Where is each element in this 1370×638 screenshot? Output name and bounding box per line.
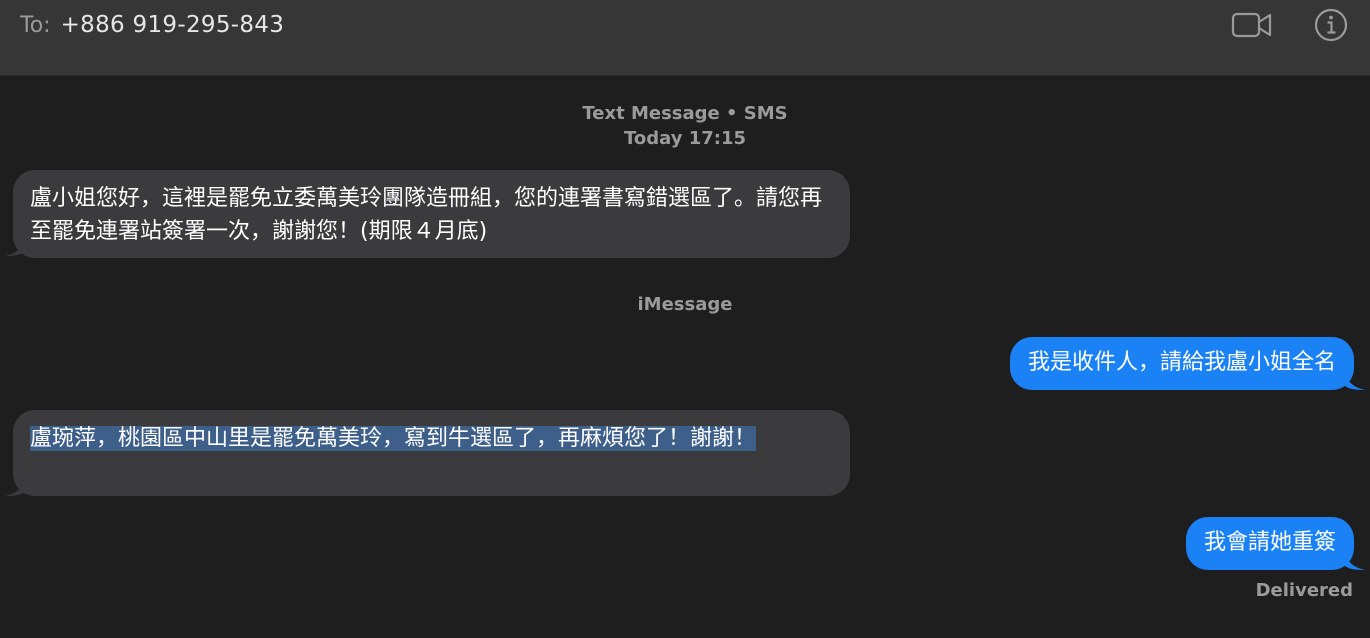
conversation-header: To: +886 919-295-843 (0, 0, 1370, 76)
selected-message-text[interactable]: 盧琬萍，桃園區中山里是罷免萬美玲，寫到牛選區了，再麻煩您了！謝謝！ (30, 426, 757, 451)
recipient-field[interactable]: To: +886 919-295-843 (20, 8, 284, 42)
message-bubble-incoming-selected[interactable]: 盧琬萍，桃園區中山里是罷免萬美玲，寫到牛選區了，再麻煩您了！謝謝！ (13, 410, 850, 496)
timestamp: Today 17:15 (623, 128, 747, 149)
video-call-button[interactable] (1230, 6, 1274, 44)
to-label: To: (20, 12, 51, 38)
details-button[interactable] (1309, 6, 1353, 44)
message-bubble-outgoing[interactable]: 我會請她重簽 (1185, 517, 1354, 570)
delivery-status: Delivered (1255, 580, 1353, 601)
service-label: Text Message • SMS (582, 103, 788, 124)
messages-window: To: +886 919-295-843 Text Message • SMS … (0, 0, 1370, 638)
info-icon (1314, 8, 1348, 42)
message-bubble-outgoing[interactable]: 我是收件人，請給我盧小姐全名 (1009, 337, 1354, 390)
message-bubble-incoming[interactable]: 盧小姐您好，這裡是罷免立委萬美玲團隊造冊組，您的連署書寫錯選區了。請您再至罷免連… (13, 170, 850, 258)
video-camera-icon (1231, 12, 1272, 38)
imessage-label: iMessage (637, 294, 733, 315)
recipient-number[interactable]: +886 919-295-843 (61, 12, 285, 38)
